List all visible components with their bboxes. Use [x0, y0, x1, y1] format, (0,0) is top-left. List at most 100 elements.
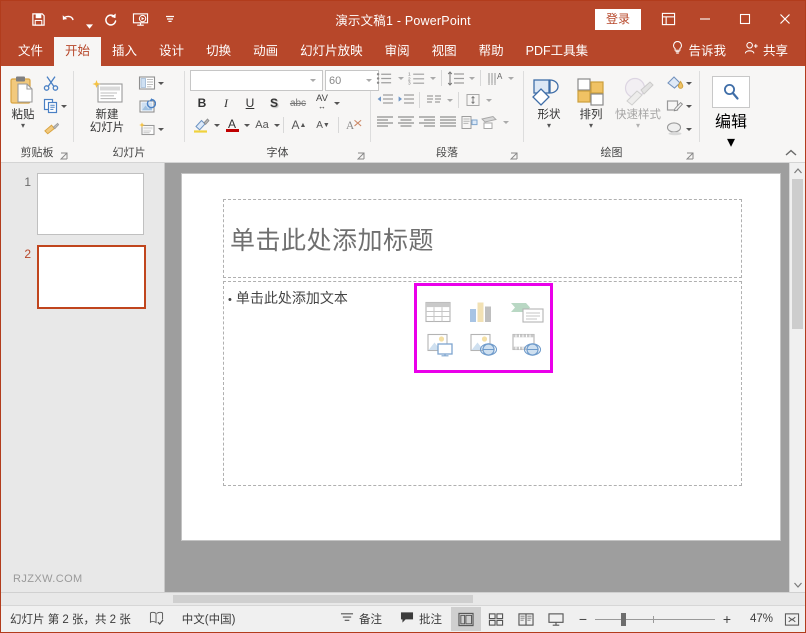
- slide-canvas[interactable]: 单击此处添加标题 • 单击此处添加文本: [181, 173, 781, 541]
- reading-view-button[interactable]: [511, 607, 541, 631]
- shape-outline-button[interactable]: [664, 95, 694, 117]
- section-dropdown-icon[interactable]: [158, 128, 164, 131]
- insert-video-icon[interactable]: [511, 332, 543, 358]
- tab-transitions[interactable]: 切换: [195, 37, 242, 66]
- change-case-button[interactable]: Aa: [250, 115, 274, 135]
- shape-fill-button[interactable]: [664, 72, 694, 94]
- tab-help[interactable]: 帮助: [468, 37, 515, 66]
- shape-outline-dropdown-icon[interactable]: [686, 105, 692, 108]
- layout-button[interactable]: [136, 72, 166, 94]
- columns-dropdown-icon[interactable]: [444, 90, 455, 110]
- character-spacing-dropdown-icon[interactable]: [334, 102, 340, 105]
- paragraph-dialog-launcher[interactable]: [510, 151, 519, 160]
- reset-button[interactable]: [136, 95, 166, 117]
- ribbon-display-options-icon[interactable]: [651, 1, 685, 37]
- vertical-scrollbar-thumb[interactable]: [792, 179, 803, 329]
- customize-qat-icon[interactable]: [155, 6, 185, 32]
- collapse-ribbon-button[interactable]: [783, 146, 799, 160]
- increase-indent-button[interactable]: [395, 90, 416, 110]
- numbered-list-dropdown-icon[interactable]: [427, 68, 438, 88]
- tab-pdf-tools[interactable]: PDF工具集: [515, 37, 600, 66]
- close-button[interactable]: [765, 1, 805, 37]
- thumbnail-image[interactable]: [37, 245, 146, 309]
- insert-online-picture-icon[interactable]: [468, 332, 500, 358]
- align-text-button[interactable]: [462, 90, 483, 110]
- undo-icon[interactable]: [53, 6, 83, 32]
- align-right-button[interactable]: [416, 112, 437, 132]
- copy-button[interactable]: [41, 95, 69, 117]
- arrange-button[interactable]: 排列 ▾: [570, 69, 612, 129]
- zoom-in-button[interactable]: +: [721, 611, 733, 627]
- align-left-button[interactable]: [374, 112, 395, 132]
- language-status[interactable]: 中文(中国): [173, 606, 245, 632]
- layout-dropdown-icon[interactable]: [158, 82, 164, 85]
- decrease-font-size-button[interactable]: A▼: [311, 115, 335, 135]
- content-placeholder[interactable]: • 单击此处添加文本: [223, 281, 742, 486]
- new-slide-button[interactable]: 新建 幻灯片: [78, 69, 136, 135]
- zoom-level-label[interactable]: 47%: [739, 613, 773, 625]
- shapes-button[interactable]: 形状 ▾: [528, 69, 570, 129]
- strikethrough-button[interactable]: abc: [286, 93, 310, 113]
- slide-canvas-pane[interactable]: 单击此处添加标题 • 单击此处添加文本: [165, 163, 805, 592]
- character-spacing-button[interactable]: AV ↔: [310, 93, 334, 113]
- tab-animations[interactable]: 动画: [242, 37, 289, 66]
- line-spacing-dropdown-icon[interactable]: [466, 68, 477, 88]
- notes-button[interactable]: 备注: [331, 606, 391, 632]
- text-direction-dropdown-icon[interactable]: [505, 68, 516, 88]
- maximize-button[interactable]: [725, 1, 765, 37]
- redo-icon[interactable]: [95, 6, 125, 32]
- paste-dropdown-icon[interactable]: ▾: [21, 122, 25, 129]
- horizontal-scroll-zone[interactable]: [1, 592, 805, 605]
- justify-button[interactable]: [437, 112, 458, 132]
- thumbnail-image[interactable]: [37, 173, 144, 235]
- decrease-indent-button[interactable]: [374, 90, 395, 110]
- change-case-dropdown-icon[interactable]: [274, 124, 280, 127]
- clipboard-dialog-launcher[interactable]: [60, 151, 69, 160]
- font-dialog-launcher[interactable]: [357, 151, 366, 160]
- tab-design[interactable]: 设计: [148, 37, 195, 66]
- numbered-list-button[interactable]: 123: [406, 68, 427, 88]
- zoom-out-button[interactable]: −: [577, 611, 589, 627]
- quick-styles-button[interactable]: 快速样式 ▾: [612, 69, 664, 129]
- shapes-dropdown-icon[interactable]: ▾: [547, 122, 551, 129]
- vertical-scrollbar[interactable]: [789, 163, 805, 592]
- undo-dropdown-icon[interactable]: [83, 3, 95, 35]
- shape-effects-dropdown-icon[interactable]: [686, 128, 692, 131]
- slide-sorter-view-button[interactable]: [481, 607, 511, 631]
- text-shadow-button[interactable]: S: [262, 93, 286, 113]
- horizontal-scrollbar-thumb[interactable]: [173, 595, 473, 603]
- italic-button[interactable]: I: [214, 93, 238, 113]
- editing-dropdown-icon[interactable]: ▾: [727, 132, 735, 152]
- align-center-button[interactable]: [395, 112, 416, 132]
- font-name-input[interactable]: [190, 70, 323, 91]
- zoom-slider-handle[interactable]: [621, 613, 626, 626]
- font-color-button[interactable]: A: [220, 115, 244, 135]
- format-painter-button[interactable]: [41, 118, 69, 140]
- share-button[interactable]: 共享: [735, 37, 797, 66]
- minimize-button[interactable]: [685, 1, 725, 37]
- tab-home[interactable]: 开始: [54, 37, 101, 66]
- text-direction-button[interactable]: A: [484, 68, 505, 88]
- quick-styles-dropdown-icon[interactable]: ▾: [636, 122, 640, 129]
- editing-button[interactable]: 编辑 ▾: [708, 76, 754, 152]
- tab-review[interactable]: 审阅: [374, 37, 421, 66]
- copy-dropdown-icon[interactable]: [61, 105, 67, 108]
- slideshow-view-button[interactable]: [541, 607, 571, 631]
- cut-button[interactable]: [41, 72, 69, 94]
- start-slideshow-icon[interactable]: [125, 6, 155, 32]
- tab-insert[interactable]: 插入: [101, 37, 148, 66]
- drawing-dialog-launcher[interactable]: [686, 151, 695, 160]
- slide-count-status[interactable]: 幻灯片 第 2 张，共 2 张: [1, 606, 140, 632]
- thumbnail-slide-2[interactable]: 2: [1, 235, 164, 309]
- increase-font-size-button[interactable]: A▲: [287, 115, 311, 135]
- align-text-dropdown-icon[interactable]: [483, 90, 494, 110]
- sign-in-button[interactable]: 登录: [595, 9, 641, 30]
- save-icon[interactable]: [23, 6, 53, 32]
- insert-chart-icon[interactable]: [465, 299, 497, 325]
- normal-view-button[interactable]: [451, 607, 481, 631]
- bullet-list-dropdown-icon[interactable]: [395, 68, 406, 88]
- scroll-down-icon[interactable]: [790, 577, 805, 592]
- arrange-dropdown-icon[interactable]: ▾: [589, 122, 593, 129]
- text-effects-button[interactable]: [479, 112, 500, 132]
- insert-picture-icon[interactable]: [425, 332, 457, 358]
